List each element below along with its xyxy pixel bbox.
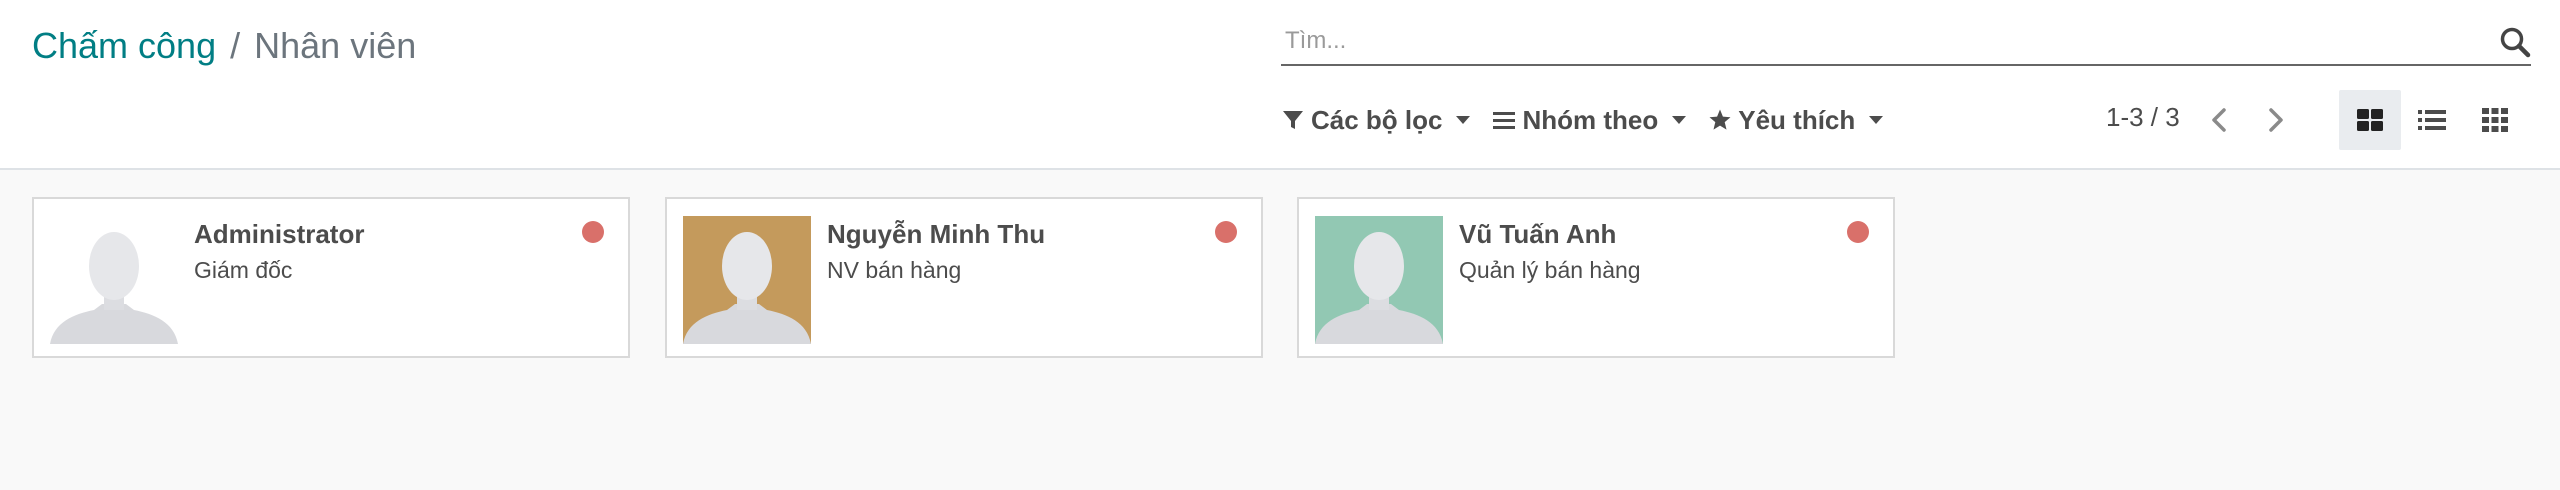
employee-job-title: NV bán hàng xyxy=(827,257,962,283)
employee-name: Nguyễn Minh Thu xyxy=(827,219,1046,249)
kanban-view-button[interactable] xyxy=(2339,90,2401,150)
chevron-down-icon xyxy=(1672,116,1687,124)
star-icon xyxy=(1709,109,1731,130)
chevron-down-icon xyxy=(1456,116,1471,124)
filters-button[interactable]: Các bộ lọc xyxy=(1281,104,1471,136)
employee-avatar xyxy=(50,216,178,344)
employee-card[interactable]: Administrator Giám đốc xyxy=(32,197,630,358)
breadcrumb: Chấm công / Nhân viên xyxy=(32,22,416,70)
list-view-icon xyxy=(2418,110,2446,130)
grid-view-icon xyxy=(2482,108,2508,132)
avatar-placeholder-icon xyxy=(50,216,178,344)
presence-status-indicator xyxy=(582,221,604,243)
employee-avatar xyxy=(1315,216,1443,344)
employee-avatar xyxy=(683,216,811,344)
search-input[interactable] xyxy=(1281,20,2471,62)
employee-name: Vũ Tuấn Anh xyxy=(1459,219,1617,249)
group-by-button[interactable]: Nhóm theo xyxy=(1492,104,1687,136)
avatar-placeholder-icon xyxy=(1315,216,1443,344)
pager-previous-button[interactable] xyxy=(2202,102,2238,138)
grid-view-button[interactable] xyxy=(2464,90,2526,150)
filters-label: Các bộ lọc xyxy=(1311,104,1443,135)
employee-name: Administrator xyxy=(194,219,365,249)
filter-icon xyxy=(1283,111,1303,129)
group-by-label: Nhóm theo xyxy=(1522,104,1659,135)
group-by-icon xyxy=(1493,112,1516,129)
chevron-down-icon xyxy=(1869,116,1884,124)
kanban-view-icon xyxy=(2357,109,2383,131)
search-icon[interactable] xyxy=(2499,26,2531,58)
list-view-button[interactable] xyxy=(2401,90,2463,150)
control-panel: Chấm công / Nhân viên Các bộ lọc Nhóm theo xyxy=(0,0,2560,170)
pager-value[interactable]: 1-3 / 3 xyxy=(2106,102,2180,133)
pager-next-button[interactable] xyxy=(2257,102,2293,138)
breadcrumb-separator: / xyxy=(230,25,241,66)
favorites-label: Yêu thích xyxy=(1738,104,1856,135)
avatar-placeholder-icon xyxy=(683,216,811,344)
breadcrumb-attendance-link[interactable]: Chấm công xyxy=(32,25,216,66)
search-panel-buttons: Các bộ lọc Nhóm theo Yêu thích xyxy=(1281,100,1905,140)
favorites-button[interactable]: Yêu thích xyxy=(1708,104,1884,136)
employee-job-title: Quản lý bán hàng xyxy=(1459,257,1641,283)
employee-job-title: Giám đốc xyxy=(194,257,293,283)
presence-status-indicator xyxy=(1847,221,1869,243)
presence-status-indicator xyxy=(1215,221,1237,243)
breadcrumb-current: Nhân viên xyxy=(254,25,417,66)
search-box xyxy=(1281,20,2531,66)
employee-card[interactable]: Nguyễn Minh Thu NV bán hàng xyxy=(665,197,1263,358)
employee-card[interactable]: Vũ Tuấn Anh Quản lý bán hàng xyxy=(1297,197,1895,358)
